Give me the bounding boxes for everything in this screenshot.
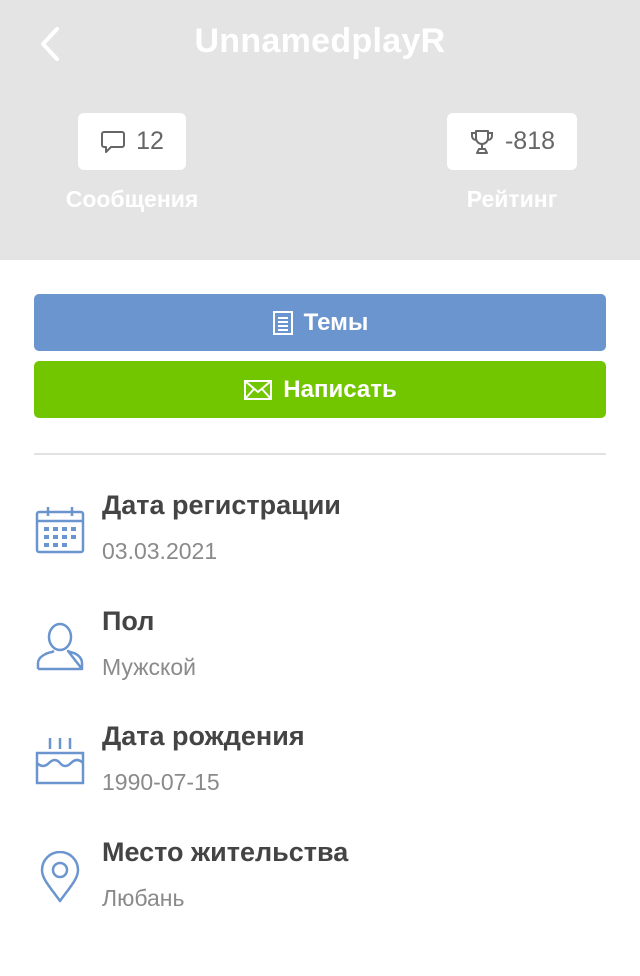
gender-row: Пол Мужской xyxy=(34,606,606,696)
rating-stat: -818 Рейтинг xyxy=(412,113,612,213)
write-button-label: Написать xyxy=(283,375,397,403)
calendar-icon xyxy=(35,507,85,554)
write-message-button[interactable]: Написать xyxy=(34,361,606,418)
topics-button-label: Темы xyxy=(303,308,369,336)
profile-header: UnnamedplayR 12 Сообщения -818 Рейтинг xyxy=(0,0,640,260)
birth-date-value: 1990-07-15 xyxy=(102,769,220,795)
registration-date-row: Дата регистрации 03.03.2021 xyxy=(34,490,606,580)
registration-date-value: 03.03.2021 xyxy=(102,538,218,564)
page-title: UnnamedplayR xyxy=(194,22,446,60)
messages-stat: 12 Сообщения xyxy=(32,113,232,213)
trophy-icon xyxy=(470,129,493,154)
birth-date-row: Дата рождения 1990-07-15 xyxy=(34,721,606,811)
city-value: Любань xyxy=(102,885,185,911)
topics-button[interactable]: Темы xyxy=(34,294,606,351)
rating-value-button[interactable]: -818 xyxy=(446,113,578,170)
section-divider xyxy=(34,453,606,455)
map-pin-icon xyxy=(40,851,80,903)
gender-value: Мужской xyxy=(102,654,197,680)
gender-label: Пол xyxy=(102,606,155,636)
birthday-cake-icon xyxy=(35,738,85,785)
registration-date-label: Дата регистрации xyxy=(102,490,341,520)
city-row: Место жительства Любань xyxy=(34,837,606,927)
document-icon xyxy=(272,310,293,335)
rating-value: -818 xyxy=(504,127,556,155)
speech-bubble-icon xyxy=(101,130,126,153)
city-label: Место жительства xyxy=(102,837,349,867)
messages-count-button[interactable]: 12 xyxy=(78,113,186,170)
envelope-icon xyxy=(244,379,273,400)
user-icon xyxy=(36,622,84,671)
rating-label: Рейтинг xyxy=(466,186,558,212)
messages-label: Сообщения xyxy=(65,186,199,212)
birth-date-label: Дата рождения xyxy=(102,721,305,751)
messages-count: 12 xyxy=(136,127,164,155)
